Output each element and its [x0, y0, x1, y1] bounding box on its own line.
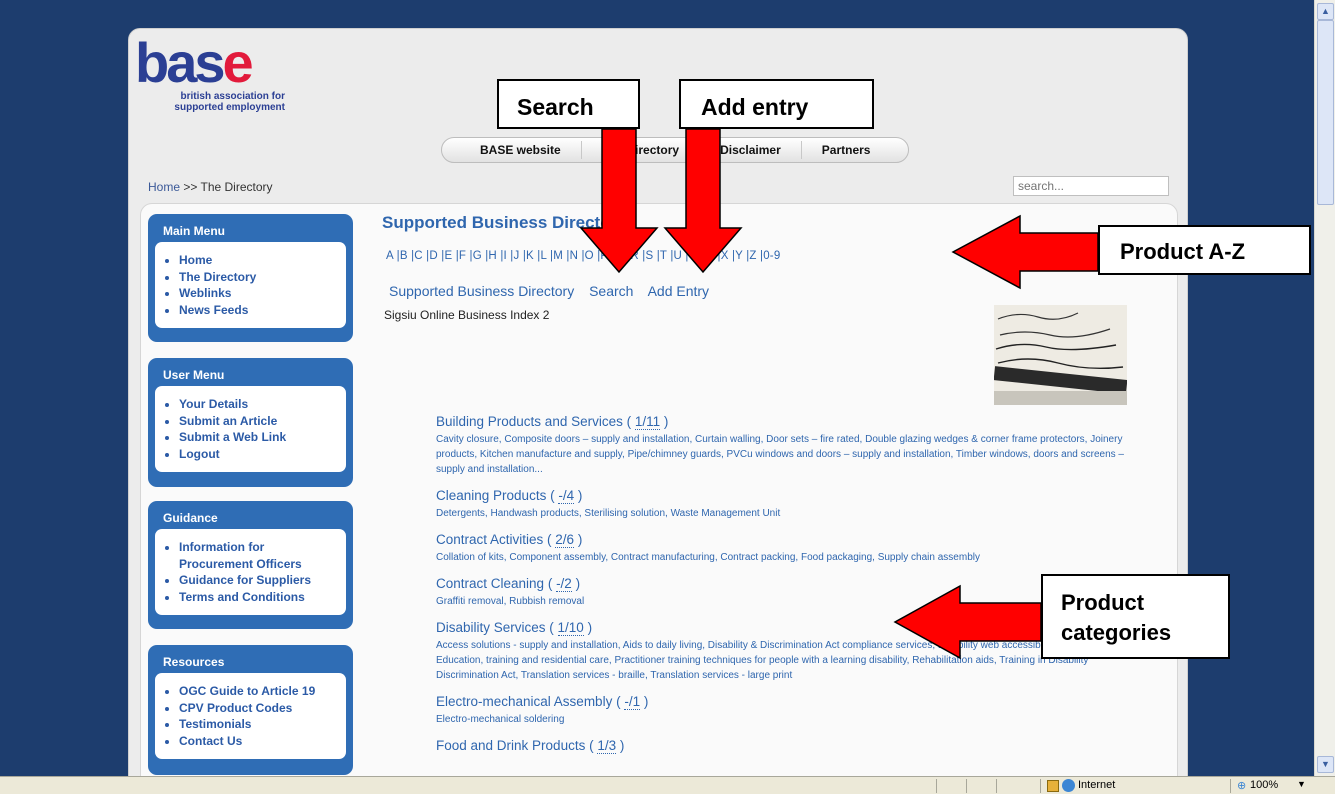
status-divider: [996, 779, 997, 793]
list-item: Building Products and Services ( 1/11 ) …: [436, 413, 1126, 477]
category-title[interactable]: Contract Cleaning ( -/2 ): [436, 575, 1126, 593]
list-item: Contract Activities ( 2/6 ) Collation of…: [436, 531, 1126, 565]
list-item: Disability Services ( 1/10 ) Access solu…: [436, 619, 1126, 683]
category-description[interactable]: Access solutions - supply and installati…: [436, 638, 1126, 683]
category-title[interactable]: Electro-mechanical Assembly ( -/1 ): [436, 693, 1126, 711]
menu-item-submit-web-link[interactable]: Submit a Web Link: [179, 429, 338, 446]
category-description[interactable]: Detergents, Handwash products, Sterilisi…: [436, 506, 1126, 521]
subnav-search-link[interactable]: Search: [589, 283, 633, 299]
category-count: 1/11: [634, 414, 661, 430]
module-title: Resources: [163, 655, 225, 669]
search-callout: Search: [497, 79, 640, 129]
category-description[interactable]: Collation of kits, Component assembly, C…: [436, 550, 1126, 565]
product-az-callout: Product A-Z: [1098, 225, 1311, 275]
status-bar: Internet ⊕ 100% ▼: [0, 776, 1335, 794]
zoom-icon[interactable]: ⊕: [1237, 779, 1246, 792]
business-card-photo: [994, 305, 1127, 405]
product-categories-callout: Product categories: [1041, 574, 1230, 659]
globe-icon: [1062, 779, 1075, 792]
page-title: Supported Business Directory: [382, 213, 627, 232]
index-label: Sigsiu Online Business Index 2: [384, 308, 550, 322]
category-title[interactable]: Building Products and Services ( 1/11 ): [436, 413, 1126, 431]
module-body: Your Details Submit an Article Submit a …: [155, 386, 346, 472]
nav-partners[interactable]: Partners: [802, 141, 891, 159]
security-zone: Internet: [1078, 779, 1116, 791]
category-description[interactable]: Electro-mechanical soldering: [436, 712, 1126, 727]
status-divider: [966, 779, 967, 793]
add-entry-callout: Add entry: [679, 79, 874, 129]
category-title[interactable]: Cleaning Products ( -/4 ): [436, 487, 1126, 505]
directory-subnav: Supported Business Directory Search Add …: [389, 283, 720, 299]
list-item: Cleaning Products ( -/4 ) Detergents, Ha…: [436, 487, 1126, 521]
web-page: base british association for supported e…: [128, 28, 1188, 788]
breadcrumb-home[interactable]: Home: [148, 180, 180, 194]
search-input[interactable]: [1013, 176, 1169, 196]
status-divider: [1230, 779, 1231, 793]
menu-item-the-directory[interactable]: The Directory: [179, 269, 338, 286]
nav-disclaimer[interactable]: Disclaimer: [700, 141, 802, 159]
main-menu-module: Main Menu Home The Directory Weblinks Ne…: [148, 214, 353, 342]
scroll-thumb[interactable]: [1317, 20, 1334, 205]
module-body: Information for Procurement Officers Gui…: [155, 529, 346, 615]
menu-item-ogc-guide[interactable]: OGC Guide to Article 19: [179, 683, 338, 700]
status-divider: [936, 779, 937, 793]
category-count: -/1: [624, 694, 641, 710]
subnav-directory-link[interactable]: Supported Business Directory: [389, 283, 574, 299]
base-logo[interactable]: base british association for supported e…: [135, 31, 295, 114]
nav-the-directory[interactable]: The Directory: [582, 141, 701, 159]
menu-item-terms-conditions[interactable]: Terms and Conditions: [179, 589, 338, 606]
user-menu-module: User Menu Your Details Submit an Article…: [148, 358, 353, 487]
module-body: OGC Guide to Article 19 CPV Product Code…: [155, 673, 346, 759]
module-body: Home The Directory Weblinks News Feeds: [155, 242, 346, 328]
category-title[interactable]: Disability Services ( 1/10 ): [436, 619, 1126, 637]
category-count: 1/3: [597, 738, 617, 754]
guidance-module: Guidance Information for Procurement Off…: [148, 501, 353, 629]
nav-base-website[interactable]: BASE website: [460, 141, 582, 159]
category-count: -/2: [556, 576, 572, 592]
category-count: 1/10: [557, 620, 584, 636]
menu-item-procurement-officers[interactable]: Information for Procurement Officers: [179, 539, 338, 572]
list-item: Electro-mechanical Assembly ( -/1 ) Elec…: [436, 693, 1126, 727]
vertical-scrollbar[interactable]: ▲ ▼: [1314, 0, 1335, 776]
module-title: Guidance: [163, 511, 218, 525]
menu-item-your-details[interactable]: Your Details: [179, 396, 338, 413]
status-divider: [1040, 779, 1041, 793]
zoom-dropdown-icon[interactable]: ▼: [1297, 779, 1306, 789]
category-list: Building Products and Services ( 1/11 ) …: [436, 413, 1126, 765]
scroll-up-icon[interactable]: ▲: [1317, 3, 1334, 20]
resources-module: Resources OGC Guide to Article 19 CPV Pr…: [148, 645, 353, 775]
subnav-add-entry-link[interactable]: Add Entry: [648, 283, 709, 299]
list-item: Food and Drink Products ( 1/3 ): [436, 737, 1126, 755]
menu-item-weblinks[interactable]: Weblinks: [179, 285, 338, 302]
breadcrumb-separator: >>: [183, 180, 198, 194]
alphabet-index[interactable]: A |B |C |D |E |F |G |H |I |J |K |L |M |N…: [386, 250, 780, 262]
category-description[interactable]: Graffiti removal, Rubbish removal: [436, 594, 1126, 609]
menu-item-cpv-codes[interactable]: CPV Product Codes: [179, 700, 338, 717]
breadcrumb-current: The Directory: [200, 180, 273, 194]
menu-item-submit-article[interactable]: Submit an Article: [179, 413, 338, 430]
scroll-down-icon[interactable]: ▼: [1317, 756, 1334, 773]
logo-wordmark: base: [135, 31, 254, 94]
menu-item-testimonials[interactable]: Testimonials: [179, 716, 338, 733]
zoom-level[interactable]: 100%: [1250, 779, 1278, 791]
menu-item-guidance-suppliers[interactable]: Guidance for Suppliers: [179, 572, 338, 589]
menu-item-contact-us[interactable]: Contact Us: [179, 733, 338, 750]
top-navigation: BASE website The Directory Disclaimer Pa…: [441, 137, 909, 163]
breadcrumb: Home >> The Directory: [148, 180, 273, 194]
module-title: Main Menu: [163, 224, 225, 238]
logo-subtitle: british association for supported employ…: [174, 91, 285, 113]
menu-item-home[interactable]: Home: [179, 252, 338, 269]
menu-item-news-feeds[interactable]: News Feeds: [179, 302, 338, 319]
lock-icon: [1047, 780, 1059, 792]
module-title: User Menu: [163, 368, 225, 382]
category-title[interactable]: Food and Drink Products ( 1/3 ): [436, 737, 1126, 755]
category-title[interactable]: Contract Activities ( 2/6 ): [436, 531, 1126, 549]
menu-item-logout[interactable]: Logout: [179, 446, 338, 463]
category-count: 2/6: [555, 532, 575, 548]
list-item: Contract Cleaning ( -/2 ) Graffiti remov…: [436, 575, 1126, 609]
category-description[interactable]: Cavity closure, Composite doors – supply…: [436, 432, 1126, 477]
category-count: -/4: [558, 488, 575, 504]
